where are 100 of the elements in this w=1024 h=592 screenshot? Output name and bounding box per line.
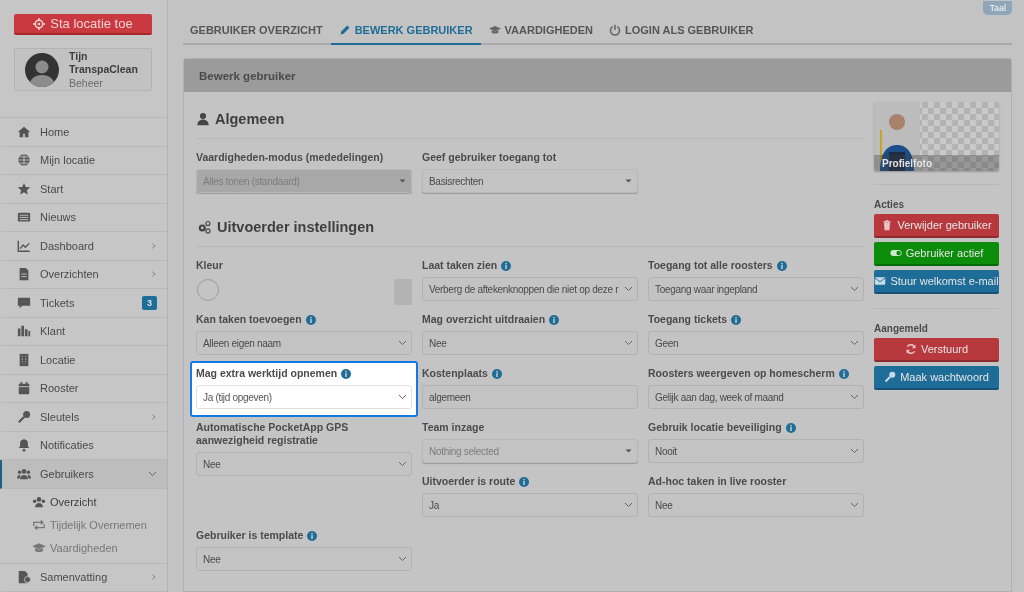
users-icon [32, 495, 46, 509]
chevron-down-icon [850, 340, 859, 346]
select-field[interactable]: Nee [422, 331, 638, 355]
sidebar-item[interactable]: Samenvatting [0, 563, 167, 592]
action-button[interactable]: Stuur welkomst e-mail [874, 270, 999, 294]
crosshair-icon [33, 17, 46, 30]
chevron-down-icon [624, 502, 633, 508]
swap-arrows-icon [32, 518, 46, 532]
sidebar-item[interactable]: Dashboard [0, 232, 167, 261]
avatar [25, 52, 59, 87]
select-field[interactable]: Nee [196, 547, 412, 571]
chevron-down-icon [398, 340, 407, 346]
section-heading: Algemeen [215, 110, 285, 127]
field-label: Vaardigheden-modus (mededelingen) [196, 151, 384, 164]
submenu-item[interactable]: Tijdelijk Overnemen [0, 513, 167, 537]
sidebar-item[interactable]: Locatie [0, 346, 167, 375]
speech-bubble-icon [17, 295, 31, 310]
file-chart-icon [17, 570, 31, 585]
sidebar-item[interactable]: Overzichten [0, 260, 167, 289]
select-field[interactable]: Toegang waar ingepland [648, 277, 864, 301]
select-field[interactable]: Nee [196, 452, 412, 476]
sidebar-item[interactable]: Tickets 3 [0, 289, 167, 318]
field-label: Team inzage [422, 421, 485, 434]
allow-location-button[interactable]: Sta locatie toe [14, 14, 152, 36]
users-icon [17, 466, 31, 481]
building-icon [17, 352, 31, 367]
action-button[interactable]: Verwijder gebruiker [874, 214, 999, 238]
action-button[interactable]: Gebruiker actief [874, 242, 999, 266]
refresh-icon [904, 342, 917, 356]
sidebar-item[interactable]: Mijn locatie [0, 146, 167, 175]
action-button[interactable]: Maak wachtwoord [874, 366, 999, 390]
field-label: Kostenplaats [422, 367, 488, 380]
field-label: Mag overzicht uitdraaien [422, 313, 546, 326]
sidebar-item[interactable]: Home [0, 118, 167, 147]
caret-down-icon [624, 448, 633, 454]
submenu-item[interactable]: Vaardigheden [0, 536, 167, 560]
sidebar-item[interactable]: Gebruikers [0, 460, 167, 489]
chevron-down-icon [398, 394, 407, 400]
graduation-cap-icon [32, 541, 46, 555]
key-icon [884, 370, 897, 384]
field-label: Laat taken zien [422, 259, 498, 272]
select-field[interactable]: Verberg de aftekenknoppen die niet op deze r [422, 277, 638, 301]
field-label: Uitvoerder is route [422, 475, 516, 488]
chevron-down-icon [398, 556, 407, 562]
user-name: Tijn TranspaClean [69, 49, 139, 76]
submenu-item[interactable]: Overzicht [0, 490, 167, 514]
bell-icon [17, 438, 31, 453]
select-field[interactable]: Geen [648, 331, 864, 355]
user-icon [196, 111, 210, 126]
section-heading: Acties [874, 199, 905, 210]
sidebar-item[interactable]: Sleutels [0, 403, 167, 432]
gears-icon [196, 219, 212, 234]
caret-down-icon [398, 178, 407, 184]
trash-icon [881, 218, 894, 232]
chevron-down-icon [850, 286, 859, 292]
key-icon [17, 409, 31, 424]
field-label: Mag extra werktijd opnemen [196, 367, 338, 380]
tab[interactable]: LOGIN ALS GEBRUIKER [601, 16, 762, 45]
dropdown-field[interactable]: Basisrechten [422, 169, 638, 193]
field-label: Toegang tickets [648, 313, 728, 326]
chevron-down-icon [850, 394, 859, 400]
field-label: Geef gebruiker toegang tot [422, 151, 557, 164]
panel-title: Bewerk gebruiker [184, 59, 1011, 92]
count-badge: 3 [142, 295, 157, 310]
tab[interactable]: GEBRUIKER OVERZICHT [183, 16, 331, 45]
field-label: Gebruiker is template [196, 529, 304, 542]
chevron-down-icon [398, 461, 407, 467]
select-field[interactable]: Ja (tijd opgeven) [196, 385, 412, 409]
field-label: Roosters weergeven op homescherm [648, 367, 835, 380]
input-field[interactable]: algemeen [422, 385, 638, 409]
section-heading: Aangemeld [874, 323, 929, 334]
sidebar-item[interactable]: Nieuws [0, 203, 167, 232]
field-label: Toegang tot alle roosters [648, 259, 773, 272]
sidebar-item[interactable]: Rooster [0, 374, 167, 403]
tab[interactable]: VAARDIGHEDEN [480, 16, 601, 45]
select-field[interactable]: Ja [422, 493, 638, 517]
action-button[interactable]: Verstuurd [874, 338, 999, 362]
chevron-down-icon [850, 448, 859, 454]
field-label: Automatische PocketApp GPS aanwezigheid registratie [196, 421, 350, 447]
select-field[interactable]: Gelijk aan dag, week of maand [648, 385, 864, 409]
field-label: Kan taken toevoegen [196, 313, 302, 326]
envelope-icon [874, 274, 887, 288]
field-label: Kleur [196, 259, 223, 272]
field-label: Gebruik locatie beveiliging [648, 421, 782, 434]
select-field[interactable]: Nooit [648, 439, 864, 463]
globe-icon [17, 153, 31, 168]
line-chart-icon [17, 238, 31, 253]
star-icon [17, 181, 31, 196]
chevron-down-icon [850, 502, 859, 508]
document-icon [17, 267, 31, 282]
select-field[interactable]: Nee [648, 493, 864, 517]
power-icon [609, 22, 621, 37]
chevron-down-icon [624, 340, 633, 346]
select-field[interactable]: Alleen eigen naam [196, 331, 412, 355]
caret-down-icon [624, 178, 633, 184]
tab[interactable]: BEWERK GEBRUIKER [330, 16, 481, 45]
user-role: Beheer [69, 75, 104, 90]
calendar-icon [17, 381, 31, 396]
sidebar-item[interactable]: Start [0, 175, 167, 204]
sidebar-item[interactable]: Klant [0, 317, 167, 346]
